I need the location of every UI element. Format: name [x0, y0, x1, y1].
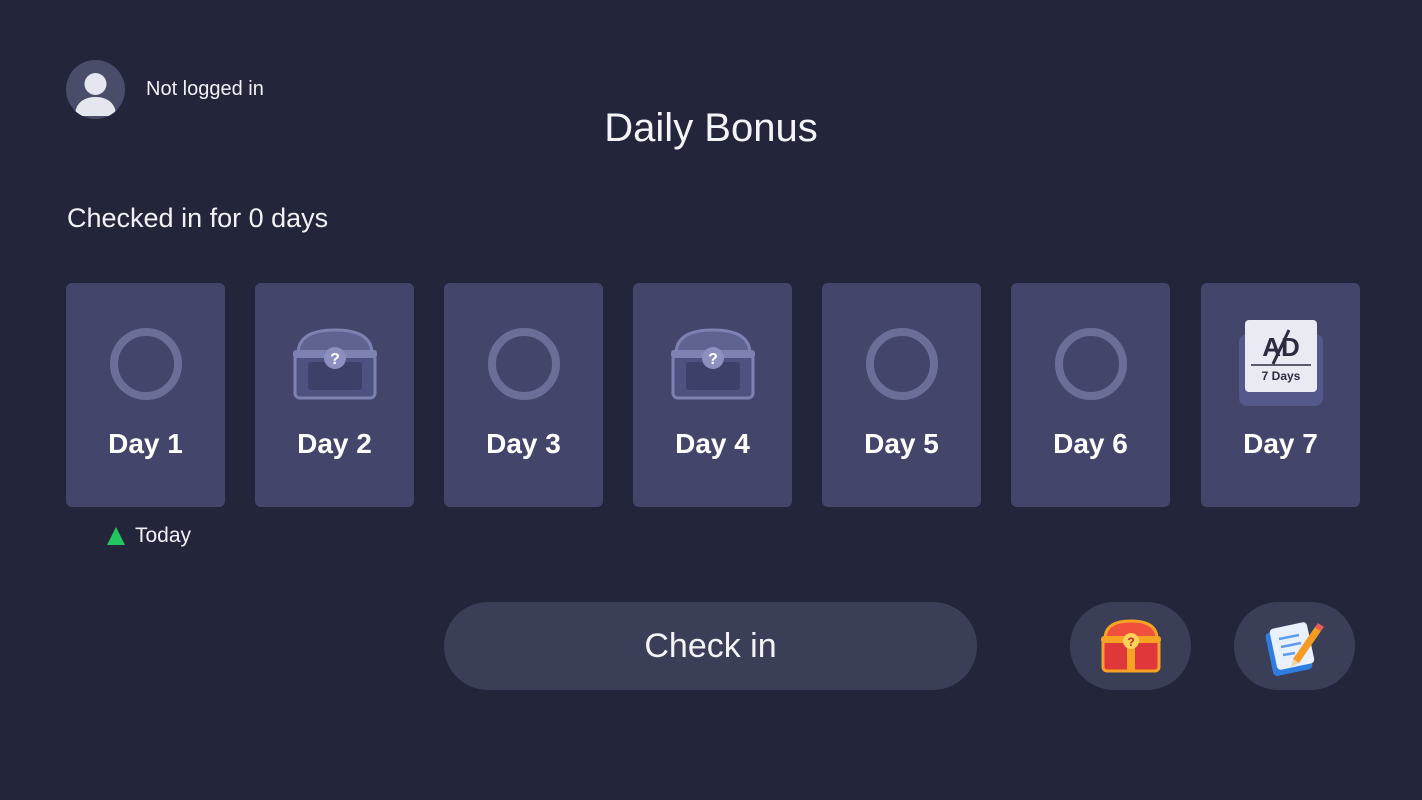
day-label: Day 4 — [675, 428, 750, 459]
mystery-chest-icon: ? — [292, 328, 377, 400]
day-card-2[interactable]: ? Day 2 — [255, 283, 414, 507]
login-status: Not logged in — [146, 78, 264, 100]
notepad-pencil-icon — [1265, 622, 1324, 676]
mystery-chest-icon: ? — [670, 328, 755, 400]
circle-icon — [865, 328, 938, 400]
up-arrow-icon — [107, 527, 125, 545]
day-card-5[interactable]: Day 5 — [822, 283, 981, 507]
checkin-streak-text: Checked in for 0 days — [67, 203, 329, 233]
day-label: Day 7 — [1243, 428, 1318, 459]
day-card-1[interactable]: Day 1 — [66, 283, 225, 507]
day-card-4[interactable]: ? Day 4 — [633, 283, 792, 507]
svg-text:?: ? — [1127, 635, 1134, 649]
day-card-6[interactable]: Day 6 — [1011, 283, 1170, 507]
day-card-7[interactable]: AD 7 Days Day 7 — [1201, 283, 1360, 507]
day-label: Day 6 — [1053, 428, 1128, 459]
circle-icon — [487, 328, 560, 400]
tasks-button[interactable] — [1234, 602, 1355, 690]
days-badge-text: 7 Days — [1261, 369, 1300, 383]
day-label: Day 2 — [297, 428, 372, 459]
mystery-box-button[interactable]: ? — [1070, 602, 1191, 690]
day-label: Day 1 — [108, 428, 183, 459]
circle-icon — [109, 328, 182, 400]
red-mystery-chest-icon: ? — [1100, 619, 1161, 673]
check-in-button[interactable]: Check in — [444, 602, 977, 690]
day-label: Day 3 — [486, 428, 561, 459]
today-marker: Today — [107, 524, 191, 548]
ad-free-7-days-icon: AD 7 Days — [1238, 320, 1323, 406]
day-label: Day 5 — [864, 428, 939, 459]
circle-icon — [1054, 328, 1127, 400]
svg-text:?: ? — [330, 351, 340, 368]
day-card-3[interactable]: Day 3 — [444, 283, 603, 507]
svg-text:?: ? — [708, 351, 718, 368]
today-label: Today — [135, 524, 192, 547]
day-cards: Day 1 ? Day 2 Day 3 ? Day 4 Day 5 Day 6 … — [66, 283, 1361, 507]
page-title: Daily Bonus — [604, 106, 818, 150]
